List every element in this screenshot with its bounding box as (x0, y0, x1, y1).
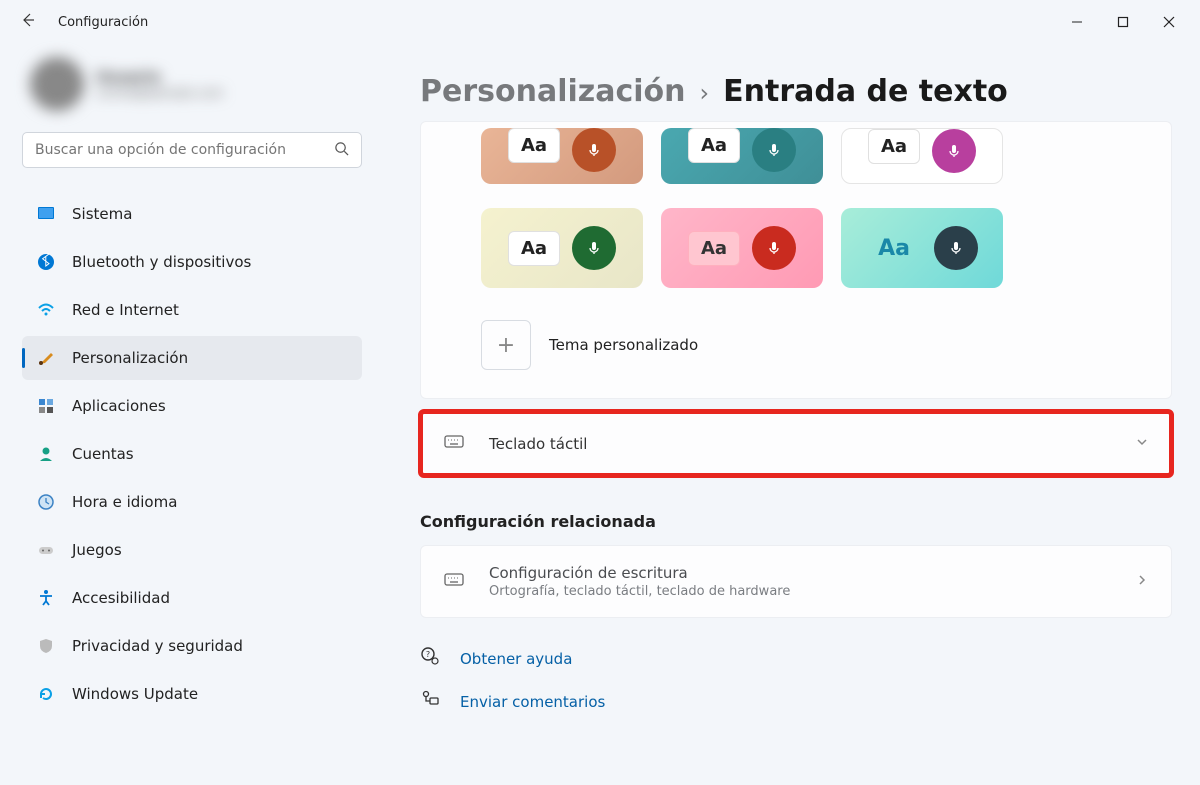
maximize-button[interactable] (1100, 6, 1146, 38)
clock-globe-icon (36, 492, 56, 512)
theme-tile-2[interactable]: Aa (661, 128, 823, 184)
theme-tile-6[interactable]: Aa (841, 208, 1003, 288)
microphone-icon (572, 128, 616, 172)
theme-aa-label: Aa (868, 129, 920, 164)
get-help-link[interactable]: ? Obtener ayuda (420, 646, 1172, 671)
theme-aa-label: Aa (688, 128, 740, 163)
shield-icon (36, 636, 56, 656)
row-title: Teclado táctil (489, 435, 1115, 453)
chevron-down-icon (1135, 435, 1149, 453)
sidebar-item-label: Red e Internet (72, 301, 179, 319)
sidebar-item-label: Sistema (72, 205, 132, 223)
microphone-icon (752, 128, 796, 172)
link-text: Obtener ayuda (460, 650, 572, 668)
sidebar-item-label: Hora e idioma (72, 493, 177, 511)
theme-tile-5[interactable]: Aa (661, 208, 823, 288)
theme-tile-3[interactable]: Aa (841, 128, 1003, 184)
titlebar: Configuración (0, 0, 1200, 44)
touch-keyboard-row[interactable]: Teclado táctil (420, 411, 1172, 476)
sidebar-item-aplicaciones[interactable]: Aplicaciones (22, 384, 362, 428)
help-links: ? Obtener ayuda Enviar comentarios (420, 646, 1172, 714)
sidebar-item-label: Juegos (72, 541, 122, 559)
chevron-right-icon (1135, 573, 1149, 591)
sidebar-item-update[interactable]: Windows Update (22, 672, 362, 716)
search-input[interactable] (35, 142, 334, 158)
feedback-icon (420, 689, 444, 714)
theme-aa-label: Aa (508, 231, 560, 266)
help-icon: ? (420, 646, 444, 671)
user-profile[interactable]: Usuario correo@ejemplo.com (22, 44, 362, 124)
sidebar-item-sistema[interactable]: Sistema (22, 192, 362, 236)
minimize-button[interactable] (1054, 6, 1100, 38)
sidebar-item-label: Personalización (72, 349, 188, 367)
content-pane: Personalización › Entrada de texto Aa Aa (380, 44, 1200, 785)
accessibility-icon (36, 588, 56, 608)
row-subtitle: Ortografía, teclado táctil, teclado de h… (489, 584, 1115, 599)
related-section-title: Configuración relacionada (420, 512, 1172, 531)
keyboard-icon (443, 568, 469, 595)
sidebar-item-label: Bluetooth y dispositivos (72, 253, 251, 271)
sidebar-item-label: Aplicaciones (72, 397, 166, 415)
microphone-icon (934, 226, 978, 270)
sidebar-item-juegos[interactable]: Juegos (22, 528, 362, 572)
search-icon (334, 141, 349, 160)
chevron-right-icon: › (700, 79, 710, 107)
sidebar-item-cuentas[interactable]: Cuentas (22, 432, 362, 476)
microphone-icon (572, 226, 616, 270)
wifi-icon (36, 300, 56, 320)
back-button[interactable] (8, 12, 48, 32)
profile-email: correo@ejemplo.com (96, 86, 223, 100)
theme-aa-label: Aa (688, 231, 740, 266)
sidebar-item-accesibilidad[interactable]: Accesibilidad (22, 576, 362, 620)
add-theme-button[interactable]: + (481, 320, 531, 370)
themes-row-1: Aa Aa Aa (421, 122, 1171, 196)
link-text: Enviar comentarios (460, 693, 605, 711)
custom-theme-label: Tema personalizado (549, 336, 698, 354)
themes-row-2: Aa Aa Aa (421, 196, 1171, 300)
svg-text:?: ? (426, 650, 430, 659)
breadcrumb-parent[interactable]: Personalización (420, 74, 686, 109)
plus-icon: + (497, 333, 515, 358)
theme-aa-label: Aa (508, 128, 560, 163)
sidebar-item-label: Privacidad y seguridad (72, 637, 243, 655)
themes-card: Aa Aa Aa (420, 121, 1172, 399)
keyboard-icon (443, 430, 469, 457)
send-feedback-link[interactable]: Enviar comentarios (420, 689, 1172, 714)
theme-tile-4[interactable]: Aa (481, 208, 643, 288)
gamepad-icon (36, 540, 56, 560)
avatar (30, 57, 84, 111)
typing-settings-row[interactable]: Configuración de escritura Ortografía, t… (420, 545, 1172, 618)
microphone-icon (752, 226, 796, 270)
brush-icon (36, 348, 56, 368)
bluetooth-icon (36, 252, 56, 272)
profile-name: Usuario (96, 68, 223, 86)
app-title: Configuración (58, 15, 148, 30)
update-icon (36, 684, 56, 704)
sidebar-item-red[interactable]: Red e Internet (22, 288, 362, 332)
sidebar-item-bluetooth[interactable]: Bluetooth y dispositivos (22, 240, 362, 284)
system-icon (36, 204, 56, 224)
search-box[interactable] (22, 132, 362, 168)
close-button[interactable] (1146, 6, 1192, 38)
sidebar-item-privacidad[interactable]: Privacidad y seguridad (22, 624, 362, 668)
apps-icon (36, 396, 56, 416)
breadcrumb: Personalización › Entrada de texto (420, 74, 1172, 109)
theme-aa-label: Aa (866, 230, 922, 267)
custom-theme-row[interactable]: + Tema personalizado (421, 300, 1171, 370)
person-icon (36, 444, 56, 464)
theme-tile-1[interactable]: Aa (481, 128, 643, 184)
sidebar-item-label: Cuentas (72, 445, 134, 463)
sidebar: Usuario correo@ejemplo.com Sistema Bluet… (0, 44, 380, 785)
sidebar-item-label: Windows Update (72, 685, 198, 703)
row-title: Configuración de escritura (489, 564, 1115, 582)
sidebar-item-label: Accesibilidad (72, 589, 170, 607)
microphone-icon (932, 129, 976, 173)
breadcrumb-current: Entrada de texto (723, 74, 1008, 109)
sidebar-item-hora[interactable]: Hora e idioma (22, 480, 362, 524)
sidebar-item-personalizacion[interactable]: Personalización (22, 336, 362, 380)
